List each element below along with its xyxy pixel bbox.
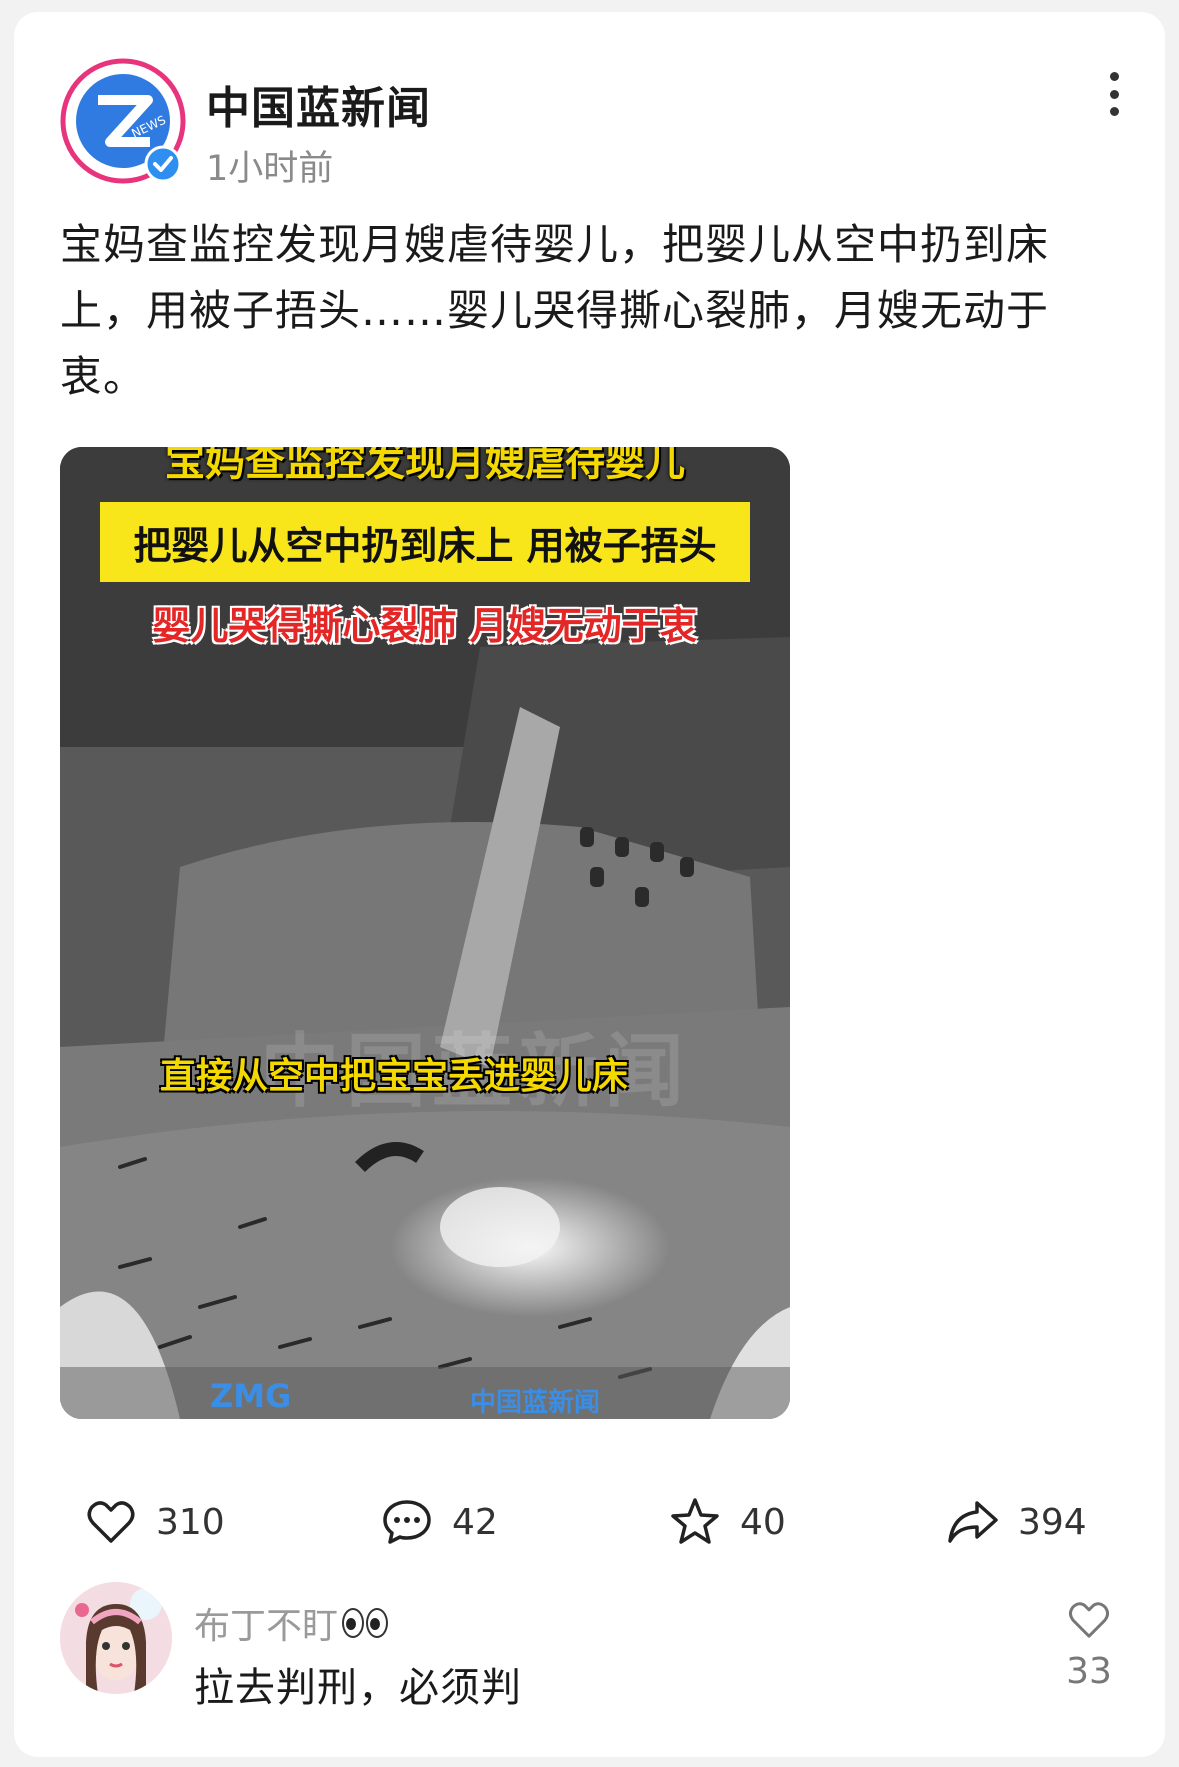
- comment-bubble-icon: [383, 1500, 431, 1544]
- caption-top: 宝妈查监控发现月嫂虐待婴儿: [165, 447, 685, 485]
- heart-icon: [87, 1501, 135, 1543]
- commenter-avatar[interactable]: [60, 1582, 172, 1694]
- caption-yellow-text: 把婴儿从空中扔到床上 用被子捂头: [133, 523, 717, 568]
- share-count: 394: [1018, 1501, 1087, 1543]
- caption-yellow-box: 把婴儿从空中扔到床上 用被子捂头: [100, 502, 750, 582]
- comment-count: 42: [452, 1501, 498, 1543]
- post-video-thumbnail[interactable]: 宝妈查监控发现月嫂虐待婴儿 把婴儿从空中扔到床上 用被子捂头 婴儿哭得撕心裂肺 …: [60, 447, 790, 1419]
- post-text: 宝妈查监控发现月嫂虐待婴儿，把婴儿从空中扔到床上，用被子捂头……婴儿哭得撕心裂肺…: [60, 220, 1050, 401]
- comment-like-button[interactable]: 33: [1059, 1597, 1119, 1692]
- like-button[interactable]: 310: [84, 1482, 225, 1562]
- zmg-logo: ZMG: [210, 1377, 292, 1415]
- favorite-count: 40: [740, 1501, 786, 1543]
- caption-mid: 直接从空中把宝宝丢进婴儿床: [160, 1056, 629, 1097]
- post-time: 1小时前: [206, 149, 334, 189]
- eyes-emoji-icon: [342, 1608, 390, 1638]
- favorite-button[interactable]: 40: [668, 1482, 786, 1562]
- comment-button[interactable]: 42: [380, 1482, 498, 1562]
- star-icon: [671, 1498, 719, 1544]
- heart-icon: [1068, 1602, 1110, 1638]
- share-arrow-icon: [948, 1501, 998, 1543]
- like-count: 310: [156, 1501, 225, 1543]
- share-button[interactable]: 394: [946, 1482, 1087, 1562]
- channel-logo: 中国蓝新闻: [470, 1388, 601, 1418]
- more-vertical-icon[interactable]: [1094, 64, 1134, 124]
- commenter-name[interactable]: 布丁不盯: [194, 1597, 390, 1649]
- caption-red: 婴儿哭得撕心裂肺 月嫂无动于衷: [152, 604, 698, 648]
- action-bar: 310 42 40 394: [14, 1482, 1165, 1562]
- post-card: NEWS 中国蓝新闻 1小时前 宝妈查监控发现月嫂虐待婴儿，把婴儿从空中扔到床上…: [14, 12, 1165, 1757]
- verified-check-icon: [144, 145, 182, 183]
- comment-like-count: 33: [1066, 1651, 1112, 1692]
- comment-text: 拉去判刑，必须判: [194, 1665, 522, 1711]
- author-name[interactable]: 中国蓝新闻: [206, 72, 431, 136]
- commenter-name-text: 布丁不盯: [194, 1606, 339, 1647]
- surveillance-frame: [60, 447, 790, 1419]
